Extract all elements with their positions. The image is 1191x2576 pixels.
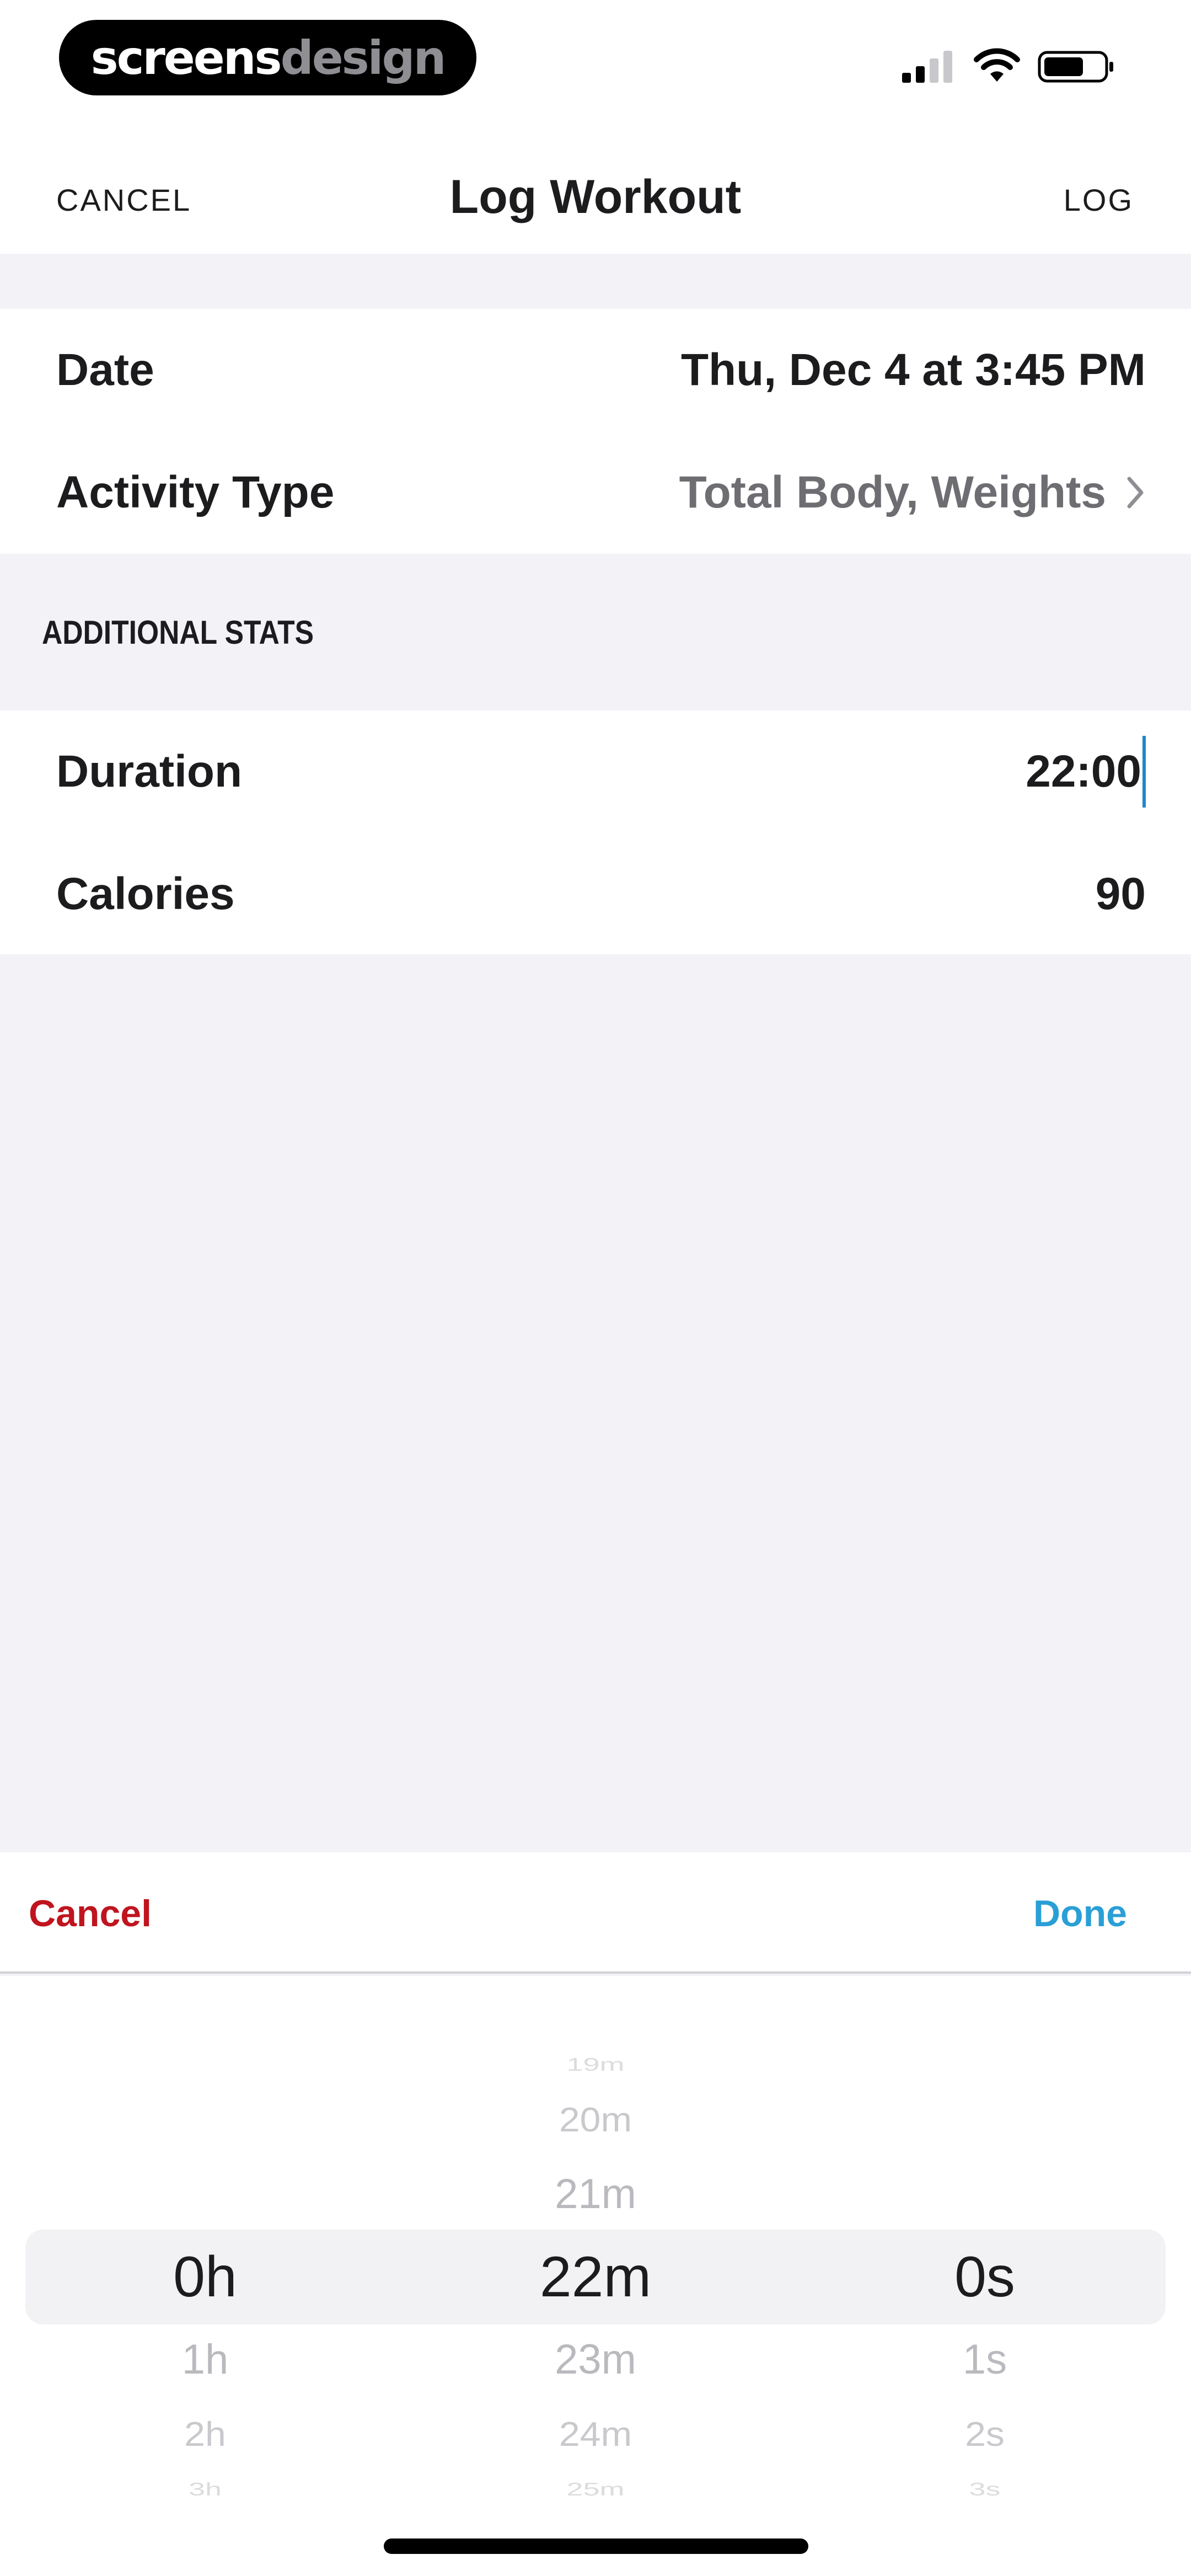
activity-type-value-wrap: Total Body, Weights	[679, 467, 1146, 519]
log-button[interactable]: LOG	[1064, 182, 1134, 218]
duration-row[interactable]: Duration 22:00	[0, 710, 1191, 833]
activity-type-row[interactable]: Activity Type Total Body, Weights	[0, 431, 1191, 554]
calories-label: Calories	[56, 869, 235, 919]
date-label: Date	[56, 345, 154, 395]
cellular-signal-icon	[902, 50, 957, 83]
hour-selected-option[interactable]: 0h	[40, 2248, 371, 2306]
text-caret	[1142, 736, 1146, 808]
wifi-icon	[974, 48, 1020, 82]
activity-type-value: Total Body, Weights	[679, 467, 1106, 517]
calories-row[interactable]: Calories 90	[0, 833, 1191, 955]
duration-value: 22:00	[1026, 746, 1141, 797]
calories-value[interactable]: 90	[1096, 868, 1146, 920]
status-bar: screens design	[0, 0, 1191, 127]
date-row[interactable]: Date Thu, Dec 4 at 3:45 PM	[0, 309, 1191, 431]
second-option[interactable]: 2s	[819, 2417, 1150, 2452]
additional-stats-group: Duration 22:00 Calories 90	[0, 710, 1191, 954]
minute-option[interactable]: 21m	[430, 2173, 761, 2215]
minutes-wheel[interactable]: 22m 21m 20m 19m 23m 24m 25m	[430, 1976, 761, 2576]
battery-icon	[1038, 51, 1113, 83]
minute-option[interactable]: 24m	[430, 2417, 761, 2452]
minute-option[interactable]: 23m	[430, 2339, 761, 2381]
nav-bar: CANCEL Log Workout LOG	[0, 127, 1191, 254]
minute-option[interactable]: 19m	[430, 2055, 761, 2073]
second-option[interactable]: 1s	[819, 2339, 1150, 2381]
hour-option[interactable]: 1h	[40, 2339, 371, 2381]
chevron-right-icon	[1127, 477, 1144, 509]
picker-toolbar: Cancel Done	[0, 1852, 1191, 1974]
workout-details-group: Date Thu, Dec 4 at 3:45 PM Activity Type…	[0, 309, 1191, 554]
duration-field[interactable]: 22:00	[1026, 736, 1146, 808]
logo-part-screens: screens	[90, 30, 282, 85]
home-indicator	[384, 2538, 808, 2554]
logo-part-design: design	[280, 30, 447, 85]
additional-stats-header: ADDITIONAL STATS	[42, 614, 314, 651]
picker-done-button[interactable]: Done	[1033, 1892, 1127, 1935]
minute-selected-option[interactable]: 22m	[430, 2248, 761, 2306]
picker-cancel-button[interactable]: Cancel	[29, 1892, 152, 1935]
duration-label: Duration	[56, 746, 243, 797]
hour-option[interactable]: 2h	[40, 2417, 371, 2452]
hours-wheel[interactable]: 0h 1h 2h 3h	[40, 1976, 371, 2576]
minute-option[interactable]: 20m	[430, 2103, 761, 2137]
screensdesign-logo: screens design	[59, 20, 476, 95]
minute-option[interactable]: 25m	[430, 2480, 761, 2498]
duration-picker[interactable]: 0h 1h 2h 3h 22m 21m 20m 19m 23m 24m 25m 0s 1s 2s 3s	[0, 1976, 1191, 2576]
date-value: Thu, Dec 4 at 3:45 PM	[680, 345, 1146, 395]
activity-type-label: Activity Type	[56, 467, 335, 517]
hour-option[interactable]: 3h	[40, 2480, 371, 2498]
second-selected-option[interactable]: 0s	[819, 2248, 1150, 2306]
page-title: Log Workout	[449, 170, 742, 223]
second-option[interactable]: 3s	[819, 2480, 1150, 2498]
seconds-wheel[interactable]: 0s 1s 2s 3s	[819, 1976, 1150, 2576]
